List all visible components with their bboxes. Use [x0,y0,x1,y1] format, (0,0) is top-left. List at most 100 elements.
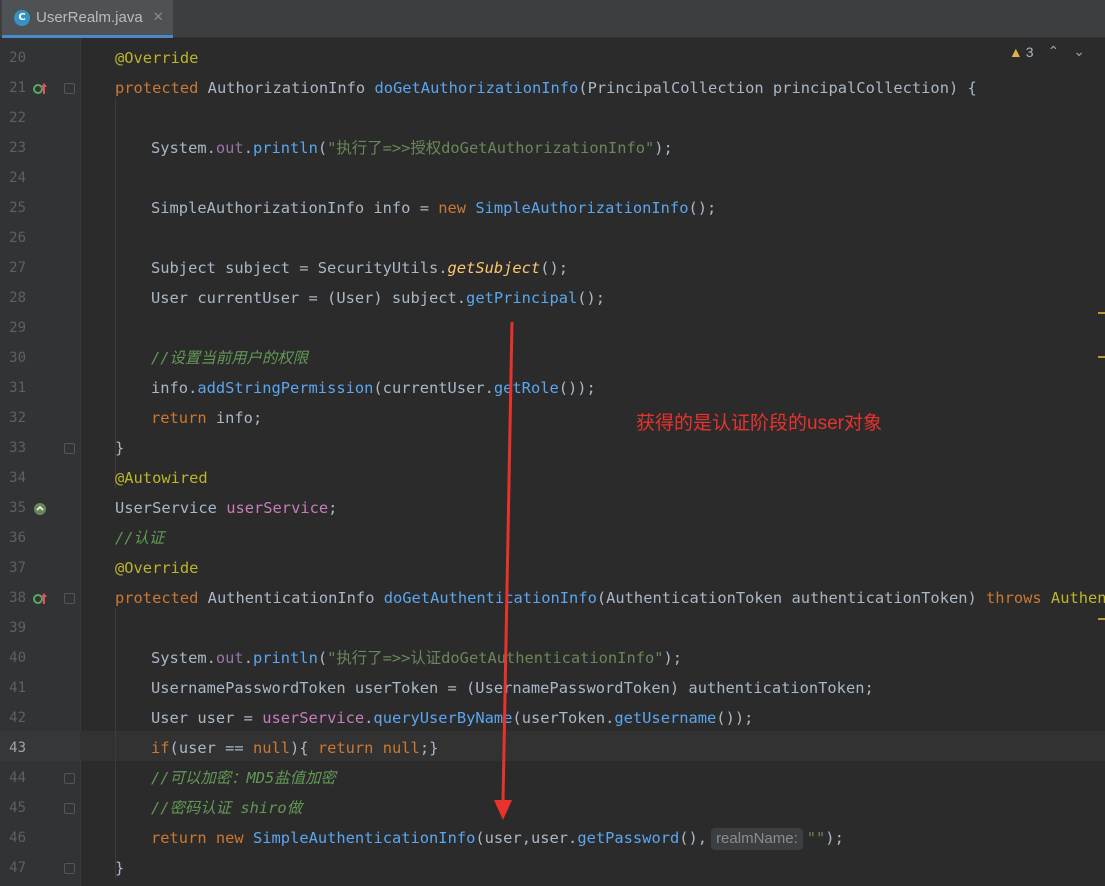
code-line[interactable]: 32 return info; [0,403,1105,433]
code-line[interactable]: 40 System.out.println("执行了=>>认证doGetAuthe… [0,643,1105,673]
line-number[interactable]: 29 [0,313,26,343]
code-text[interactable]: User user = userService.queryUserByName(… [151,703,753,733]
code-text[interactable]: if(user == null){ return null;} [151,733,438,763]
line-number[interactable]: 32 [0,403,26,433]
override-method-icon[interactable] [33,81,47,95]
code-text[interactable]: User currentUser = (User) subject.getPri… [151,283,605,313]
line-number[interactable]: 20 [0,43,26,73]
code-text[interactable]: //可以加密：MD5盐值加密 [151,763,336,793]
scrollbar-marker[interactable] [1098,618,1105,620]
line-number[interactable]: 44 [0,763,26,793]
line-number[interactable]: 33 [0,433,26,463]
code-line[interactable]: 44 //可以加密：MD5盐值加密 [0,763,1105,793]
spring-bean-icon[interactable] [33,501,47,515]
code-text[interactable]: @Autowired [115,463,208,493]
line-number[interactable]: 37 [0,553,26,583]
inspection-widget[interactable]: ▲ 3 ⌃ ⌄ [1009,43,1085,60]
code-text[interactable]: //认证 [115,523,164,553]
code-text[interactable]: System.out.println("执行了=>>认证doGetAuthent… [151,643,682,673]
code-line[interactable]: 20 @Override [0,43,1105,73]
line-number[interactable]: 40 [0,643,26,673]
code-text[interactable]: return info; [151,403,262,433]
code-line[interactable]: 35 UserService userService; [0,493,1105,523]
line-number[interactable]: 46 [0,823,26,853]
line-number[interactable]: 42 [0,703,26,733]
tab-userrealm-java[interactable]: C UserRealm.java ✕ [2,0,173,38]
code-text[interactable]: //密码认证 shiro做 [151,793,302,823]
code-text[interactable]: UserService userService; [115,493,337,523]
code-line[interactable]: 37 @Override [0,553,1105,583]
code-text[interactable]: UsernamePasswordToken userToken = (Usern… [151,673,874,703]
fold-marker-icon[interactable] [64,443,75,454]
code-line[interactable]: 45 //密码认证 shiro做 [0,793,1105,823]
code-line[interactable]: 39 [0,613,1105,643]
line-number[interactable]: 34 [0,463,26,493]
code-editor[interactable]: 20 @Override 21 protected AuthorizationInfo… [0,38,1105,886]
line-number[interactable]: 43 [0,733,26,763]
code-line[interactable]: 36 //认证 [0,523,1105,553]
code-text[interactable]: return new SimpleAuthenticationInfo(user… [151,823,844,853]
line-number[interactable]: 39 [0,613,26,643]
fold-marker-icon[interactable] [64,773,75,784]
line-number[interactable]: 47 [0,853,26,883]
code-line[interactable]: 27 Subject subject = SecurityUtils.getSub… [0,253,1105,283]
line-number[interactable]: 27 [0,253,26,283]
line-number[interactable]: 45 [0,793,26,823]
line-number[interactable]: 21 [0,73,26,103]
tab-label: UserRealm.java [36,9,143,26]
line-number[interactable]: 26 [0,223,26,253]
previous-highlight-icon[interactable]: ⌃ [1048,43,1060,60]
code-line[interactable]: 23 System.out.println("执行了=>>授权doGetAutho… [0,133,1105,163]
code-line[interactable]: 21 protected AuthorizationInfo doGetAutho… [0,73,1105,103]
code-line[interactable]: 24 [0,163,1105,193]
line-number[interactable]: 31 [0,373,26,403]
line-number[interactable]: 30 [0,343,26,373]
code-line[interactable]: 22 [0,103,1105,133]
code-line[interactable]: 47} [0,853,1105,883]
code-text[interactable]: protected AuthenticationInfo doGetAuthen… [115,583,1105,613]
code-line[interactable]: 38 protected AuthenticationInfo doGetAuth… [0,583,1105,613]
line-number[interactable]: 35 [0,493,26,523]
override-method-icon[interactable] [33,591,47,605]
code-text[interactable]: Subject subject = SecurityUtils.getSubje… [151,253,568,283]
annotation-note: 获得的是认证阶段的user对象 [636,413,882,434]
code-text[interactable]: @Override [115,43,198,73]
code-line[interactable]: 42 User user = userService.queryUserByNam… [0,703,1105,733]
line-number[interactable]: 25 [0,193,26,223]
code-text[interactable]: } [115,853,124,883]
warning-icon: ▲ [1008,43,1023,60]
code-text[interactable]: protected AuthorizationInfo doGetAuthori… [115,73,977,103]
line-number[interactable]: 36 [0,523,26,553]
code-text[interactable]: } [115,433,124,463]
line-number[interactable]: 23 [0,133,26,163]
code-line[interactable]: 26 [0,223,1105,253]
fold-marker-icon[interactable] [64,803,75,814]
code-line[interactable]: 31 info.addStringPermission(currentUser.g… [0,373,1105,403]
code-line[interactable]: 33} [0,433,1105,463]
fold-marker-icon[interactable] [64,83,75,94]
line-number[interactable]: 28 [0,283,26,313]
scrollbar-marker[interactable] [1098,356,1105,358]
code-text[interactable]: System.out.println("执行了=>>授权doGetAuthori… [151,133,673,163]
next-highlight-icon[interactable]: ⌄ [1073,43,1085,60]
fold-marker-icon[interactable] [64,863,75,874]
code-line[interactable]: 25 SimpleAuthorizationInfo info = new Sim… [0,193,1105,223]
code-text[interactable]: info.addStringPermission(currentUser.get… [151,373,596,403]
line-number[interactable]: 24 [0,163,26,193]
code-line[interactable]: 30 //设置当前用户的权限 [0,343,1105,373]
code-line[interactable]: 46 return new SimpleAuthenticationInfo(us… [0,823,1105,853]
code-line[interactable]: 28 User currentUser = (User) subject.getP… [0,283,1105,313]
code-line[interactable]: 41 UsernamePasswordToken userToken = (Use… [0,673,1105,703]
close-icon[interactable]: ✕ [153,10,164,25]
fold-marker-icon[interactable] [64,593,75,604]
code-text[interactable]: //设置当前用户的权限 [151,343,308,373]
code-line[interactable]: 34 @Autowired [0,463,1105,493]
line-number[interactable]: 38 [0,583,26,613]
scrollbar-marker[interactable] [1098,312,1105,314]
code-text[interactable]: @Override [115,553,198,583]
line-number[interactable]: 22 [0,103,26,133]
code-line[interactable]: 43 if(user == null){ return null;} [0,733,1105,763]
code-line[interactable]: 29 [0,313,1105,343]
line-number[interactable]: 41 [0,673,26,703]
code-text[interactable]: SimpleAuthorizationInfo info = new Simpl… [151,193,716,223]
